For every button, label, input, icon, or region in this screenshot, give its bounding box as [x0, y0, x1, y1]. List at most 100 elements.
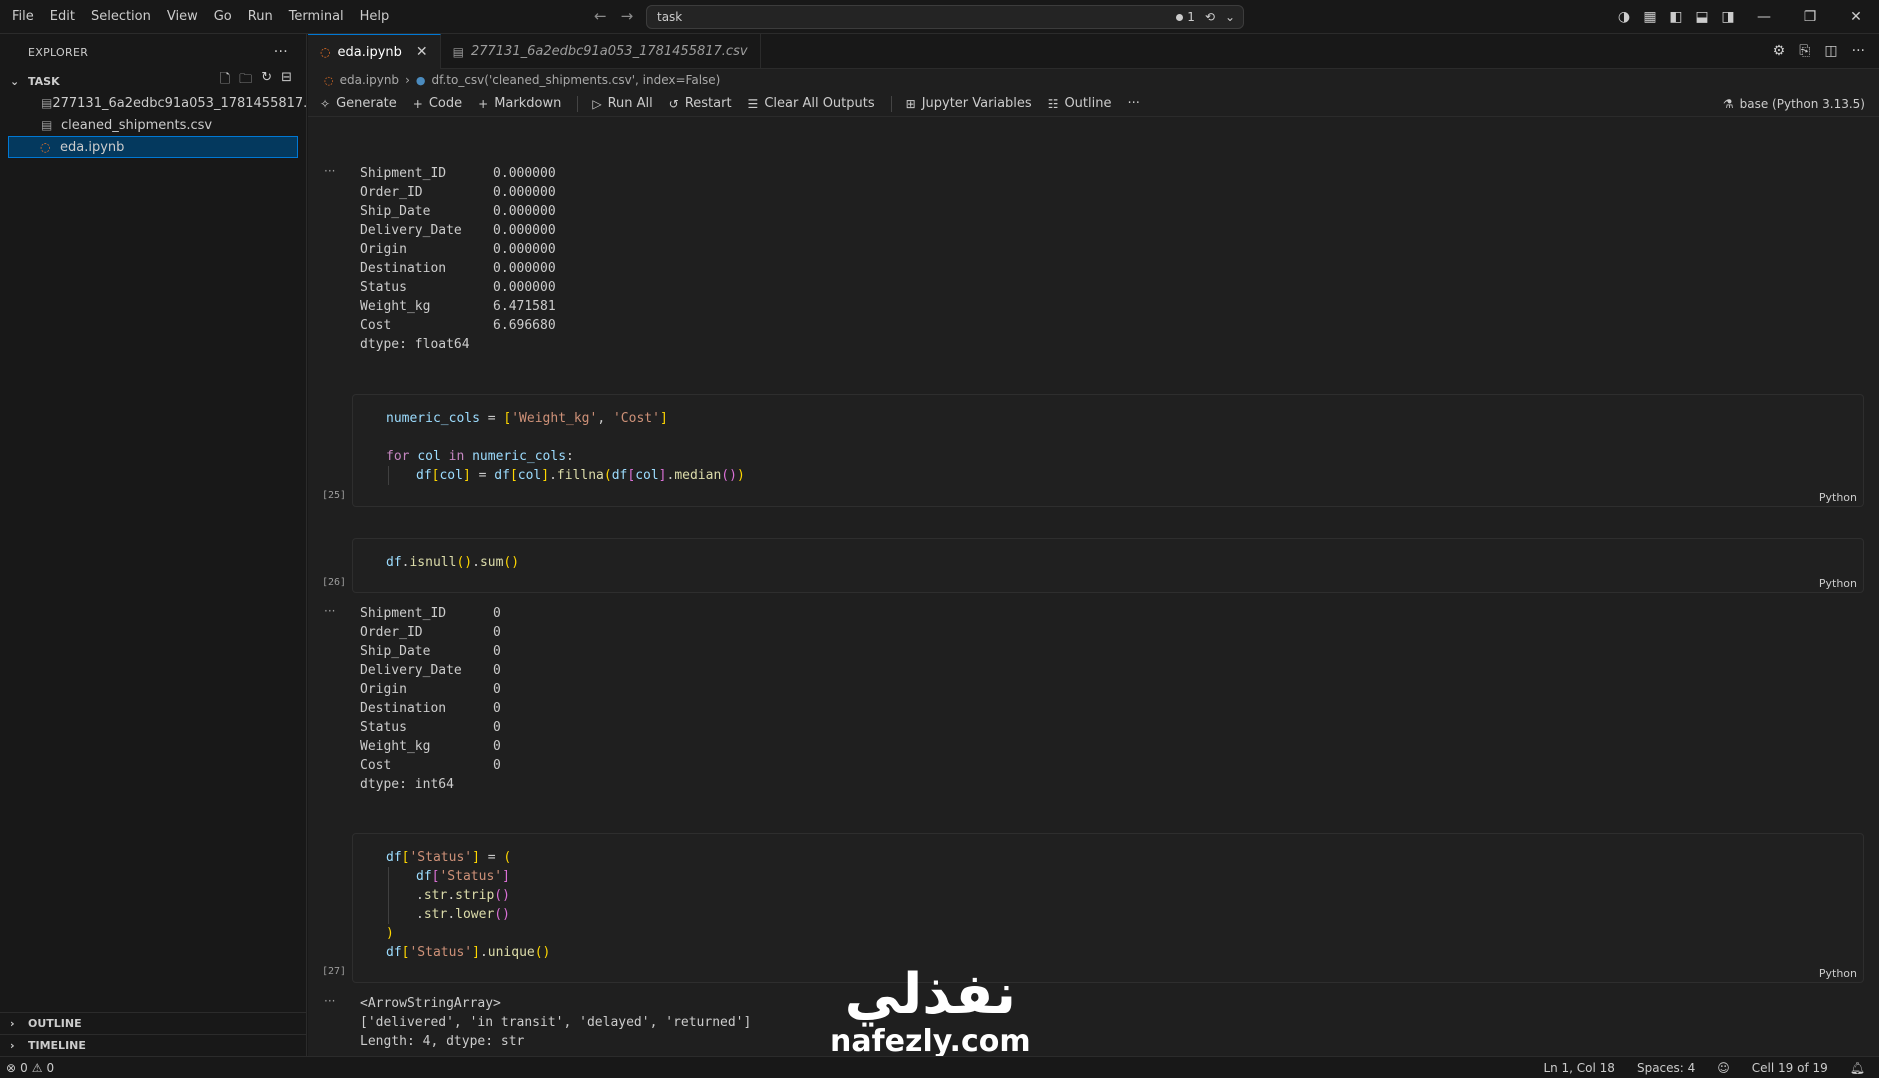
accounts-icon[interactable]: ◑	[1611, 9, 1637, 25]
more-actions-icon[interactable]: ···	[1127, 96, 1139, 111]
restore-icon[interactable]: ❐	[1787, 9, 1833, 25]
status-bar: ⊗ 0 ⚠ 0 Ln 1, Col 18 Spaces: 4 ☺ Cell 19…	[0, 1056, 1879, 1078]
close-icon[interactable]: ✕	[416, 44, 428, 60]
notebook-body[interactable]: ··· Shipment_ID 0.000000 Order_ID 0.0000…	[308, 154, 1879, 1056]
new-folder-icon[interactable]: 🗀	[239, 70, 252, 92]
notebook-toolbar: ✧ Generate + Code + Markdown ▷ Run All ↺ Rest…	[308, 91, 1879, 117]
notebook-icon: ◌	[324, 73, 334, 87]
toggle-secondary-sidebar-icon[interactable]: ◨	[1715, 9, 1741, 25]
code-cell[interactable]: df['Status'] = ( df['Status'] .str.strip…	[352, 833, 1864, 983]
back-arrow-icon[interactable]: ←	[594, 7, 607, 25]
watermark-arabic: نفذلي	[844, 962, 1016, 1027]
cell-language[interactable]: Python	[1819, 491, 1857, 504]
bell-icon[interactable]: 🔔︎	[1850, 1061, 1865, 1075]
explorer-sidebar: EXPLORER ··· ⌄ TASK 🗋 🗀 ↻ ⊟ ▤ 277131_6a2…	[0, 34, 329, 1056]
copilot-status-icon[interactable]: ☺	[1717, 1061, 1730, 1075]
output-more-icon[interactable]: ···	[324, 604, 335, 618]
chevron-right-icon: ›	[10, 1039, 15, 1052]
new-file-icon[interactable]: 🗋	[220, 70, 230, 92]
forward-arrow-icon[interactable]: →	[621, 7, 634, 25]
outline-label: Outline	[1064, 96, 1112, 111]
timeline-section[interactable]: › TIMELINE	[0, 1034, 307, 1056]
open-changes-icon[interactable]: ⎘	[1799, 43, 1810, 59]
menu-selection[interactable]: Selection	[83, 9, 159, 24]
restart-button[interactable]: ↺ Restart	[669, 96, 732, 111]
code-editor[interactable]: df['Status'] = ( df['Status'] .str.strip…	[386, 848, 550, 962]
menu-edit[interactable]: Edit	[42, 9, 83, 24]
watermark-logo: نفذلي nafezly.com	[830, 965, 1031, 1059]
breadcrumb-symbol[interactable]: df.to_csv('cleaned_shipments.csv', index…	[431, 73, 720, 87]
watermark-latin: nafezly.com	[830, 1024, 1031, 1059]
variables-label: Jupyter Variables	[921, 96, 1032, 111]
menu-file[interactable]: File	[4, 9, 42, 24]
file-item-cleaned-csv[interactable]: ▤ cleaned_shipments.csv	[0, 114, 306, 136]
sparkle-icon: ✧	[320, 96, 331, 111]
toolbar-divider	[890, 95, 892, 112]
layout-icon[interactable]: ▦	[1637, 9, 1663, 25]
add-markdown-button[interactable]: + Markdown	[478, 96, 561, 111]
plus-icon: +	[412, 96, 423, 111]
cursor-position[interactable]: Ln 1, Col 18	[1543, 1061, 1615, 1075]
add-code-button[interactable]: + Code	[413, 96, 462, 111]
code-editor[interactable]: df.isnull().sum()	[386, 553, 519, 572]
code-editor[interactable]: numeric_cols = ['Weight_kg', 'Cost'] for…	[386, 409, 745, 485]
file-label: 277131_6a2edbc91a053_1781455817.csv	[52, 95, 329, 111]
more-actions-icon[interactable]: ···	[274, 44, 288, 60]
kernel-picker[interactable]: ⚗ base (Python 3.13.5)	[1723, 97, 1865, 111]
code-cell[interactable]: numeric_cols = ['Weight_kg', 'Cost'] for…	[352, 394, 1864, 507]
minimize-icon[interactable]: —	[1741, 9, 1787, 25]
gear-icon[interactable]: ⚙	[1773, 43, 1786, 59]
menu-run[interactable]: Run	[240, 9, 281, 24]
outline-section[interactable]: › OUTLINE	[0, 1012, 307, 1034]
folder-header[interactable]: ⌄ TASK 🗋 🗀 ↻ ⊟	[0, 70, 306, 92]
cell-indicator[interactable]: Cell 19 of 19	[1752, 1061, 1828, 1075]
menu-terminal[interactable]: Terminal	[281, 9, 352, 24]
toggle-sidebar-icon[interactable]: ◧	[1663, 9, 1689, 25]
menu-view[interactable]: View	[159, 9, 206, 24]
editor-actions: ⚙ ⎘ ◫ ···	[1773, 34, 1879, 68]
menu-go[interactable]: Go	[206, 9, 240, 24]
clear-outputs-button[interactable]: ☰ Clear All Outputs	[748, 96, 875, 111]
tab-label: 277131_6a2edbc91a053_1781455817.csv	[470, 44, 748, 59]
split-editor-icon[interactable]: ◫	[1824, 43, 1837, 59]
toggle-panel-icon[interactable]: ⬓	[1689, 9, 1715, 25]
breadcrumb: ◌ eda.ipynb › ● df.to_csv('cleaned_shipm…	[308, 69, 1879, 91]
restart-icon: ↺	[668, 96, 679, 111]
code-cell[interactable]: df.isnull().sum() Python	[352, 538, 1864, 593]
cell-output: ··· Shipment_ID 0 Order_ID 0 Ship_Date 0…	[308, 604, 1879, 804]
cell-language[interactable]: Python	[1819, 967, 1857, 980]
indentation[interactable]: Spaces: 4	[1637, 1061, 1695, 1075]
breadcrumb-file[interactable]: eda.ipynb	[340, 73, 399, 87]
toolbar-divider	[577, 95, 579, 112]
file-item-notebook[interactable]: ◌ eda.ipynb	[8, 136, 298, 158]
refresh-icon[interactable]: ↻	[261, 70, 272, 92]
collapse-all-icon[interactable]: ⊟	[281, 70, 292, 92]
tab-csv[interactable]: ▤ 277131_6a2edbc91a053_1781455817.csv	[441, 34, 761, 69]
timeline-label: TIMELINE	[28, 1039, 86, 1052]
sidebar-bottom-sections: › OUTLINE › TIMELINE	[0, 1012, 307, 1056]
run-all-button[interactable]: ▷ Run All	[592, 96, 652, 111]
notification-indicator[interactable]: 1	[1176, 10, 1195, 24]
problems-indicator[interactable]: ⊗ 0 ⚠ 0	[0, 1061, 54, 1075]
chevron-down-icon[interactable]: ⌄	[1225, 10, 1235, 24]
error-icon: ⊗	[6, 1060, 17, 1075]
command-center[interactable]: task 1 ⟲ ⌄	[646, 5, 1244, 29]
jupyter-variables-button[interactable]: ⊞ Jupyter Variables	[906, 96, 1032, 111]
more-actions-icon[interactable]: ···	[1852, 43, 1865, 59]
close-window-icon[interactable]: ✕	[1833, 9, 1879, 25]
tab-eda-notebook[interactable]: ◌ eda.ipynb ✕	[308, 34, 441, 69]
outline-button[interactable]: ☷ Outline	[1048, 96, 1112, 111]
command-center-actions: 1 ⟲ ⌄	[1176, 10, 1243, 24]
cell-language[interactable]: Python	[1819, 577, 1857, 590]
folder-actions: 🗋 🗀 ↻ ⊟	[220, 70, 292, 92]
copilot-icon[interactable]: ⟲	[1205, 10, 1215, 24]
chevron-right-icon: ›	[405, 73, 410, 87]
file-label: cleaned_shipments.csv	[61, 117, 213, 133]
output-more-icon[interactable]: ···	[324, 994, 335, 1008]
menu-help[interactable]: Help	[352, 9, 398, 24]
output-more-icon[interactable]: ···	[324, 164, 335, 178]
cell-output: ··· Shipment_ID 0.000000 Order_ID 0.0000…	[308, 164, 1879, 352]
file-item-raw-csv[interactable]: ▤ 277131_6a2edbc91a053_1781455817.csv	[0, 92, 329, 114]
restart-label: Restart	[684, 96, 732, 111]
generate-button[interactable]: ✧ Generate	[320, 96, 397, 111]
